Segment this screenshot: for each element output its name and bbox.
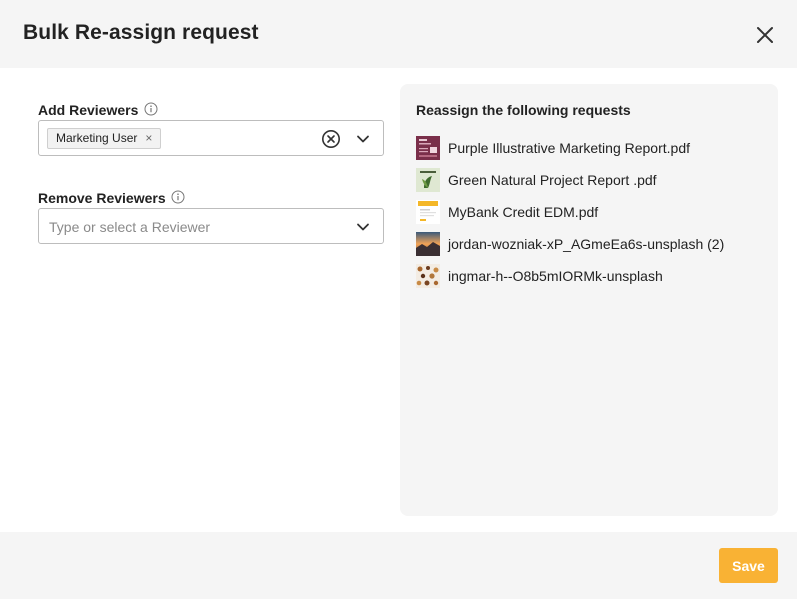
- file-name: Purple Illustrative Marketing Report.pdf: [448, 140, 690, 156]
- add-reviewers-label: Add Reviewers: [38, 102, 139, 118]
- list-item: Green Natural Project Report .pdf: [416, 168, 766, 192]
- file-name: Green Natural Project Report .pdf: [448, 172, 657, 188]
- clear-icon[interactable]: [321, 129, 341, 149]
- dialog-body: Add Reviewers Marketing User × Remove Re…: [0, 68, 797, 532]
- remove-reviewers-select[interactable]: Type or select a Reviewer: [38, 208, 384, 244]
- list-item: Purple Illustrative Marketing Report.pdf: [416, 136, 766, 160]
- dialog-header: Bulk Re-assign request: [0, 0, 797, 68]
- reviewer-chip: Marketing User ×: [47, 128, 162, 149]
- file-name: jordan-wozniak-xP_AGmeEa6s-unsplash (2): [448, 236, 725, 252]
- remove-chip-icon[interactable]: ×: [145, 129, 152, 148]
- add-reviewers-select[interactable]: Marketing User ×: [38, 120, 384, 156]
- reviewer-chip-label: Marketing User: [56, 131, 138, 145]
- file-list: Purple Illustrative Marketing Report.pdf…: [416, 136, 766, 296]
- info-icon[interactable]: [171, 190, 185, 204]
- dialog-footer: Save: [0, 532, 797, 599]
- save-button[interactable]: Save: [719, 548, 778, 583]
- sunset-photo-thumbnail: [416, 232, 440, 256]
- remove-reviewers-placeholder: Type or select a Reviewer: [49, 219, 211, 235]
- mybank-edm-thumbnail: [416, 200, 440, 224]
- file-name: MyBank Credit EDM.pdf: [448, 204, 599, 220]
- close-icon[interactable]: [752, 22, 778, 48]
- list-item: ingmar-h--O8b5mIORMk-unsplash: [416, 264, 766, 288]
- info-icon[interactable]: [144, 102, 158, 116]
- green-report-thumbnail: [416, 168, 440, 192]
- dialog-title: Bulk Re-assign request: [23, 21, 259, 44]
- list-item: MyBank Credit EDM.pdf: [416, 200, 766, 224]
- purple-report-thumbnail: [416, 136, 440, 160]
- file-name: ingmar-h--O8b5mIORMk-unsplash: [448, 268, 663, 284]
- list-item: jordan-wozniak-xP_AGmeEa6s-unsplash (2): [416, 232, 766, 256]
- pattern-photo-thumbnail: [416, 264, 440, 288]
- remove-reviewers-label: Remove Reviewers: [38, 190, 166, 206]
- chevron-down-icon[interactable]: [356, 132, 370, 146]
- requests-panel-title: Reassign the following requests: [416, 102, 631, 118]
- requests-panel: Reassign the following requests Purple I…: [400, 84, 778, 516]
- chevron-down-icon[interactable]: [356, 220, 370, 234]
